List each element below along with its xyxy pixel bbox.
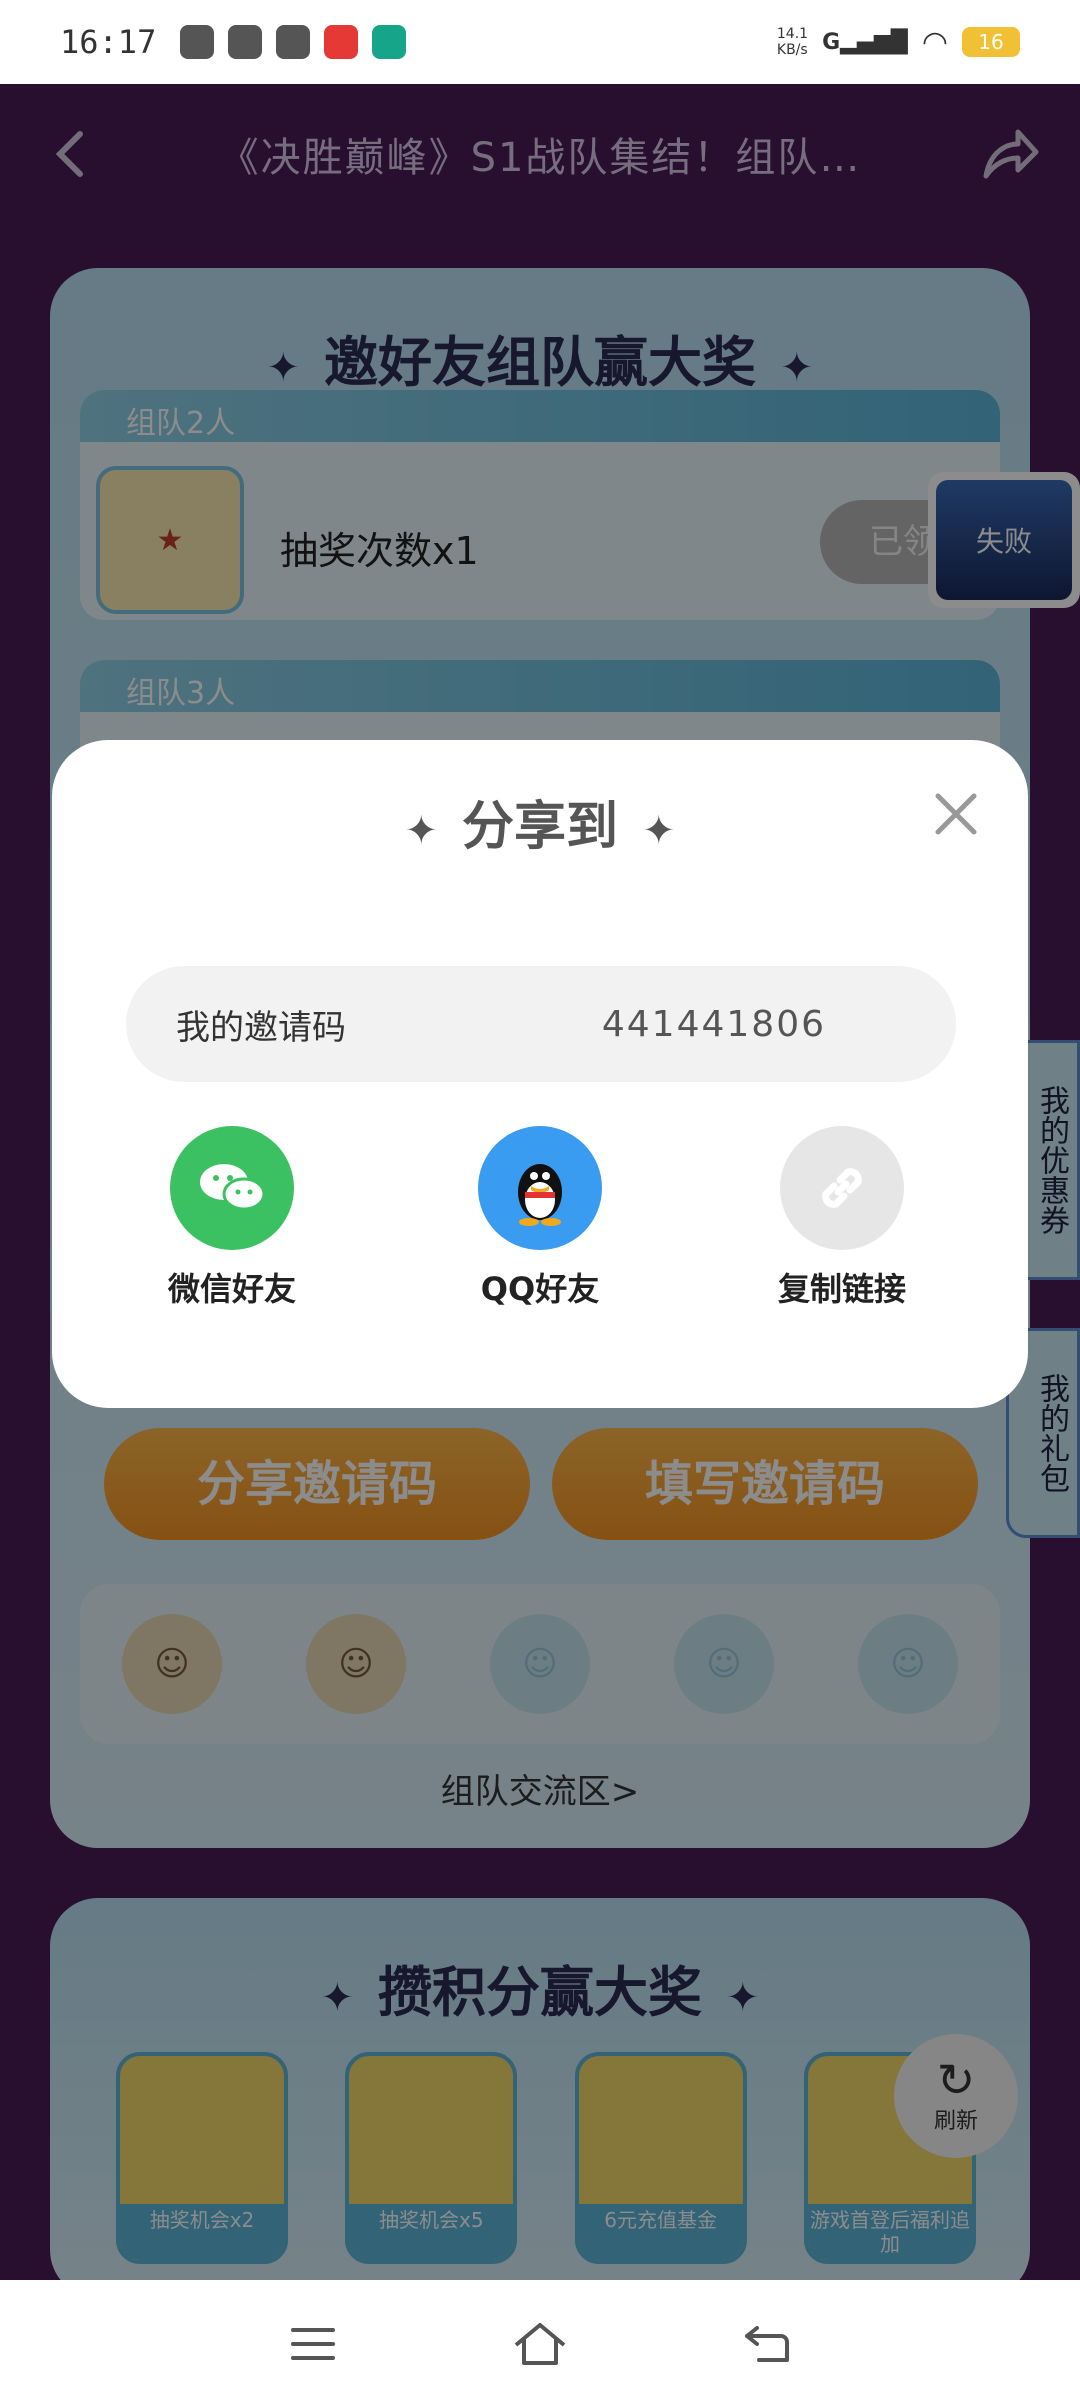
- menu-icon[interactable]: [283, 2314, 343, 2374]
- signal-type: G: [822, 29, 841, 55]
- share-option-label: 复制链接: [777, 1270, 906, 1308]
- red-app-notification-icon: [324, 25, 359, 59]
- share-wechat-button[interactable]: 微信好友: [122, 1126, 342, 1310]
- net-speed: 14.1 KB/s: [776, 26, 809, 58]
- system-nav-bar: [0, 2280, 1080, 2408]
- share-option-label: QQ好友: [480, 1270, 600, 1308]
- share-qq-button[interactable]: QQ好友: [430, 1126, 650, 1310]
- share-dialog: ✦ 分享到 ✦ 我的邀请码 441441806 微信好友 QQ好友 复制链接: [52, 740, 1028, 1408]
- share-option-label: 微信好友: [167, 1270, 296, 1308]
- wechat-notification-icon: [180, 25, 215, 59]
- back-nav-icon[interactable]: [737, 2314, 797, 2374]
- share-title-text: 分享到: [461, 797, 618, 857]
- qq-icon: [478, 1126, 602, 1250]
- copy-link-button[interactable]: 复制链接: [732, 1126, 952, 1310]
- status-bar: 16:17 14.1 KB/s G▂▄▆█ ◠ 16: [0, 0, 1080, 84]
- status-time: 16:17: [60, 23, 157, 61]
- video-notification-icon: [276, 25, 311, 59]
- green-app-notification-icon: [372, 25, 407, 59]
- app-notification-icon: [228, 25, 263, 59]
- wechat-icon: [170, 1126, 294, 1250]
- invite-code-label: 我的邀请码: [176, 1007, 346, 1048]
- share-dialog-title: ✦ 分享到 ✦: [404, 797, 676, 857]
- battery-icon: 16: [962, 27, 1020, 57]
- close-icon[interactable]: [926, 784, 986, 844]
- link-icon: [780, 1126, 904, 1250]
- invite-code-box: 我的邀请码 441441806: [126, 966, 956, 1082]
- wifi-icon: ◠: [921, 24, 948, 60]
- signal-icon: G▂▄▆█: [822, 29, 908, 55]
- invite-code-value: 441441806: [601, 1003, 826, 1045]
- home-icon[interactable]: [510, 2314, 570, 2374]
